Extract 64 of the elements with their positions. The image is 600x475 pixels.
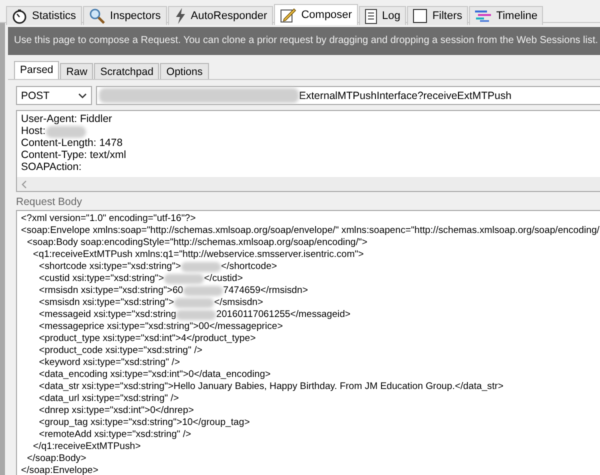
code-text: <shortcode xsi:type="xsd:string"> [39,261,181,273]
blurred-redaction [181,262,221,272]
code-text: </smsisdn> [214,297,264,309]
request-body-field[interactable] [16,210,600,475]
tab[interactable]: Scratchpad [94,63,160,80]
tab[interactable]: Composer [274,4,358,25]
pencil-note-icon [280,7,296,23]
magnifier-icon [89,8,106,24]
headers-field[interactable]: User-Agent: Fiddler Host: Content-Length: 1478 Content-Type: text/xml SOAPAction: [16,110,600,192]
code-text: <?xml version="1.0" encoding="utf-16"?> [21,213,196,225]
code-text: <smsisdn xsi:type="xsd:string"> [39,297,174,309]
tab[interactable]: Timeline [469,6,544,25]
info-banner: Use this page to compose a Request. You can clone a prior request by dragging and dropping a session from the Web Sessions list. [8,27,600,55]
document-icon [364,8,377,24]
tab[interactable]: Inspectors [83,6,167,25]
code-text: <product_type xsi:type="xsd:int">4</product_type> [39,333,256,345]
code-text: <messageid xsi:type="xsd:string [39,309,176,321]
code-text: </shortcode> [221,261,278,273]
code-text: <messageprice xsi:type="xsd:string">00</messageprice> [39,321,283,333]
blurred-redaction [164,274,204,284]
tab[interactable]: Options [160,63,209,80]
blurred-redaction [183,286,224,296]
code-text: </q1:receiveExtMTPush> [33,441,141,453]
code-text: </soap:Body> [27,453,86,465]
code-text: <rmsisdn xsi:type="xsd:string">60 [39,285,184,297]
timeline-bars-icon [475,10,492,22]
tab[interactable]: Statistics [6,6,82,25]
code-text: <data_url xsi:type="xsd:string" /> [39,393,179,405]
tab[interactable]: Filters [407,6,468,25]
code-text: SOAPAction: [21,162,82,174]
code-text: 20160117061255</messageid> [216,309,351,321]
code-text: <soap:Body soap:encodingStyle="http://schemas.xmlsoap.org/soap/encoding/"> [27,237,368,249]
tab[interactable]: Parsed [14,61,60,80]
code-text: Content-Type: text/xml [21,150,126,162]
code-text: <custid xsi:type="xsd:string"> [39,273,164,285]
code-text: Host: [21,126,46,138]
tab[interactable]: Log [358,6,406,25]
checkbox-icon [413,9,428,23]
tab[interactable]: Raw [60,63,94,80]
code-text: <soap:Envelope xmlns:soap="http://schemas.xmlsoap.org/soap/envelope/" xmlns:soapenc="http://schemas.xmlsoap.org/soap/encoding/ [21,225,600,237]
code-text: <data_encoding xsi:type="xsd:int">0</data_encoding> [39,369,271,381]
blurred-redaction [46,126,86,138]
stopwatch-icon [12,8,27,24]
code-text: </soap:Envelope> [21,465,98,475]
code-text: User-Agent: Fiddler [21,114,112,126]
code-text: <q1:receiveExtMTPush xmlns:q1="http://webservice.smsserver.isentric.com"> [33,249,364,261]
url-field[interactable]: ExternalMTPushInterface?receiveExtMTPush [96,86,600,105]
code-text: <dnrep xsi:type="xsd:int">0</dnrep> [39,405,194,417]
code-text: ExternalMTPushInterface?receiveExtMTPush [299,90,512,102]
code-text: Content-Length: 1478 [21,138,123,150]
blurred-redaction [174,298,214,308]
lightning-bolt-icon [174,8,186,24]
code-text: <data_str xsi:type="xsd:string">Hello January Babies, Happy Birthday. From JM Education Group.</data_str> [39,381,504,393]
code-text: </custid> [204,273,243,285]
code-text: <keyword xsi:type="xsd:string" /> [39,357,180,369]
code-text: <product_code xsi:type="xsd:string" /> [39,345,202,357]
tab[interactable]: AutoResponder [168,6,274,25]
code-text: <group_tag xsi:type="xsd:string">10</group_tag> [39,417,250,429]
code-text: 7474659</rmsisdn> [223,285,308,297]
code-text: <remoteAdd xsi:type="xsd:string" /> [39,429,192,441]
method-dropdown[interactable]: POST [16,86,92,105]
blurred-redaction [176,310,216,320]
section-label: Request Body [16,196,83,208]
chevron-down-icon [78,92,87,98]
